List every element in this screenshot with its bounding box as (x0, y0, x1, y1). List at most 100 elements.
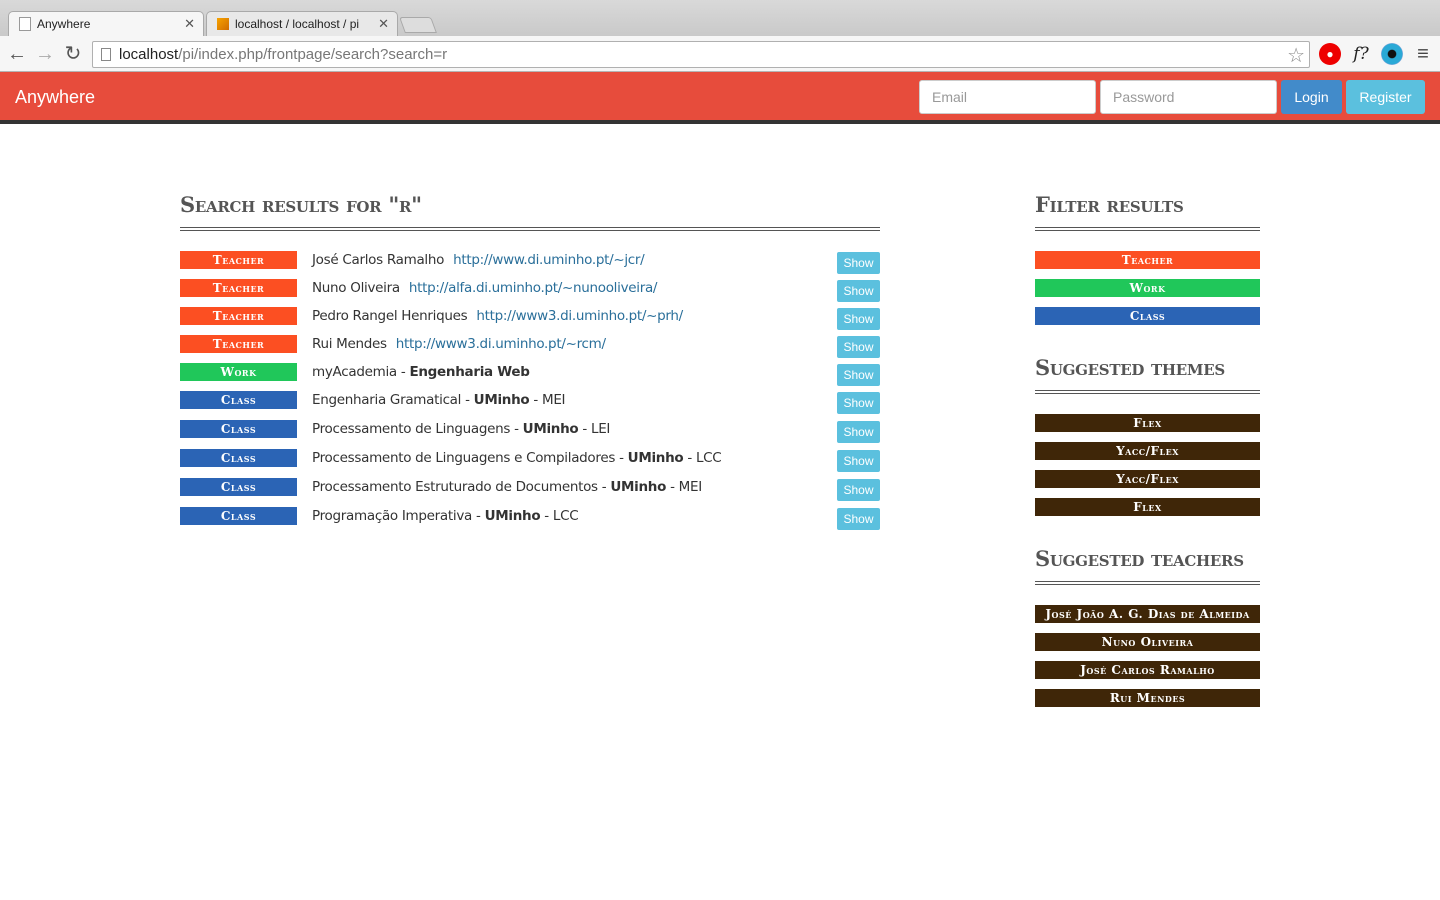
theme-badge[interactable]: Flex (1035, 498, 1260, 516)
result-text: Processamento Estruturado de Documentos … (312, 479, 702, 495)
forward-arrow-icon[interactable]: → (33, 42, 57, 66)
show-button[interactable]: Show (837, 450, 880, 472)
result-text: myAcademia - Engenharia Web (312, 364, 530, 380)
divider (1035, 581, 1260, 585)
teacher-badge[interactable]: Rui Mendes (1035, 689, 1260, 707)
bookmark-star-icon[interactable]: ☆ (1287, 43, 1305, 68)
filter-badge[interactable]: Teacher (1035, 251, 1260, 269)
result-name: myAcademia (312, 364, 397, 380)
type-badge: Teacher (180, 335, 297, 353)
filter-badge[interactable]: Work (1035, 279, 1260, 297)
tab-title: localhost / localhost / pi (235, 17, 360, 31)
result-name: Rui Mendes (312, 336, 387, 352)
result-org: UMinho (522, 421, 579, 437)
list-item: Teacher Nuno Oliveira http://alfa.di.uminh… (180, 279, 880, 302)
close-icon[interactable]: ✕ (184, 16, 195, 32)
result-name: Nuno Oliveira (312, 280, 400, 296)
list-item: Class Programação Imperativa - UMinho - L… (180, 507, 880, 530)
list-item: Teacher José Carlos Ramalho http://www.di.… (180, 251, 880, 274)
result-link[interactable]: http://www.di.uminho.pt/~jcr/ (453, 252, 645, 268)
result-name: Processamento Estruturado de Documentos (312, 479, 598, 495)
list-item: Class Processamento Estruturado de Docume… (180, 478, 880, 501)
reload-icon[interactable]: ↻ (61, 42, 85, 66)
teacher-badge[interactable]: Nuno Oliveira (1035, 633, 1260, 651)
login-button[interactable]: Login (1281, 80, 1342, 114)
show-button[interactable]: Show (837, 479, 880, 501)
filter-results-title: Filter results (1035, 192, 1184, 217)
show-button[interactable]: Show (837, 508, 880, 530)
phpmyadmin-icon (217, 18, 229, 30)
back-arrow-icon[interactable]: ← (5, 42, 29, 66)
suggested-teachers-title: Suggested teachers (1035, 546, 1244, 571)
show-button[interactable]: Show (837, 280, 880, 302)
tab-phpmyadmin[interactable]: localhost / localhost / pi ✕ (206, 11, 398, 36)
eye-extension-icon[interactable] (1381, 43, 1403, 65)
browser-tabstrip: Anywhere ✕ localhost / localhost / pi ✕ (0, 0, 1440, 36)
type-badge: Class (180, 478, 297, 496)
result-course: LEI (590, 421, 611, 437)
teacher-badge[interactable]: José Carlos Ramalho (1035, 661, 1260, 679)
result-name: Engenharia Gramatical (312, 392, 462, 408)
result-org: UMinho (484, 508, 541, 524)
result-org: UMinho (610, 479, 667, 495)
result-text: Programação Imperativa - UMinho - LCC (312, 508, 579, 524)
result-course: LCC (695, 450, 722, 466)
divider (1035, 227, 1260, 231)
new-tab-button[interactable] (399, 17, 437, 33)
show-button[interactable]: Show (837, 364, 880, 386)
password-field[interactable] (1100, 80, 1277, 114)
list-item: Teacher Rui Mendes http://www3.di.uminho.p… (180, 335, 880, 358)
type-badge: Class (180, 507, 297, 525)
result-text: Pedro Rangel Henriques http://www3.di.umi… (312, 308, 683, 324)
result-org: UMinho (627, 450, 684, 466)
search-results-title: Search results for "r" (180, 192, 422, 217)
result-text: Processamento de Linguagens e Compilador… (312, 450, 722, 466)
result-text: José Carlos Ramalho http://www.di.uminho.… (312, 252, 645, 268)
show-button[interactable]: Show (837, 421, 880, 443)
theme-badge[interactable]: Yacc/Flex (1035, 442, 1260, 460)
menu-icon[interactable]: ≡ (1412, 43, 1434, 65)
result-text: Processamento de Linguagens - UMinho - L… (312, 421, 611, 437)
close-icon[interactable]: ✕ (378, 16, 389, 32)
result-link[interactable]: http://alfa.di.uminho.pt/~nunooliveira/ (409, 280, 658, 296)
font-extension-icon[interactable]: f? (1350, 43, 1372, 65)
result-name: Programação Imperativa (312, 508, 473, 524)
register-button[interactable]: Register (1346, 80, 1425, 114)
show-button[interactable]: Show (837, 308, 880, 330)
result-text: Nuno Oliveira http://alfa.di.uminho.pt/~n… (312, 280, 657, 296)
result-name: Pedro Rangel Henriques (312, 308, 468, 324)
tab-anywhere[interactable]: Anywhere ✕ (8, 11, 204, 36)
email-field[interactable] (919, 80, 1096, 114)
type-badge: Class (180, 449, 297, 467)
theme-badge[interactable]: Flex (1035, 414, 1260, 432)
theme-badge[interactable]: Yacc/Flex (1035, 470, 1260, 488)
type-badge: Work (180, 363, 297, 381)
type-badge: Teacher (180, 279, 297, 297)
type-badge: Class (180, 420, 297, 438)
type-badge: Teacher (180, 307, 297, 325)
result-course: LCC (552, 508, 579, 524)
browser-toolbar: ← → ↻ localhost/pi/index.php/frontpage/s… (0, 36, 1440, 72)
app-navbar: Anywhere Login Register (0, 72, 1440, 124)
result-name: José Carlos Ramalho (312, 252, 445, 268)
list-item: Teacher Pedro Rangel Henriques http://www3… (180, 307, 880, 330)
result-org: UMinho (473, 392, 530, 408)
result-course: MEI (541, 392, 566, 408)
address-bar[interactable]: localhost/pi/index.php/frontpage/search?… (92, 41, 1310, 68)
result-name: Processamento de Linguagens (312, 421, 511, 437)
show-button[interactable]: Show (837, 336, 880, 358)
divider (180, 227, 880, 231)
show-button[interactable]: Show (837, 252, 880, 274)
list-item: Class Processamento de Linguagens e Compi… (180, 449, 880, 472)
result-link[interactable]: http://www3.di.uminho.pt/~prh/ (476, 308, 683, 324)
show-button[interactable]: Show (837, 392, 880, 414)
url-text: localhost/pi/index.php/frontpage/search?… (119, 46, 448, 63)
list-item: Class Engenharia Gramatical - UMinho - ME… (180, 391, 880, 414)
brand-logo[interactable]: Anywhere (15, 87, 95, 108)
adblock-extension-icon[interactable]: ● (1319, 43, 1341, 65)
result-link[interactable]: http://www3.di.uminho.pt/~rcm/ (396, 336, 606, 352)
result-name: Processamento de Linguagens e Compilador… (312, 450, 616, 466)
divider (1035, 390, 1260, 394)
filter-badge[interactable]: Class (1035, 307, 1260, 325)
teacher-badge[interactable]: José João A. G. Dias de Almeida (1035, 605, 1260, 623)
